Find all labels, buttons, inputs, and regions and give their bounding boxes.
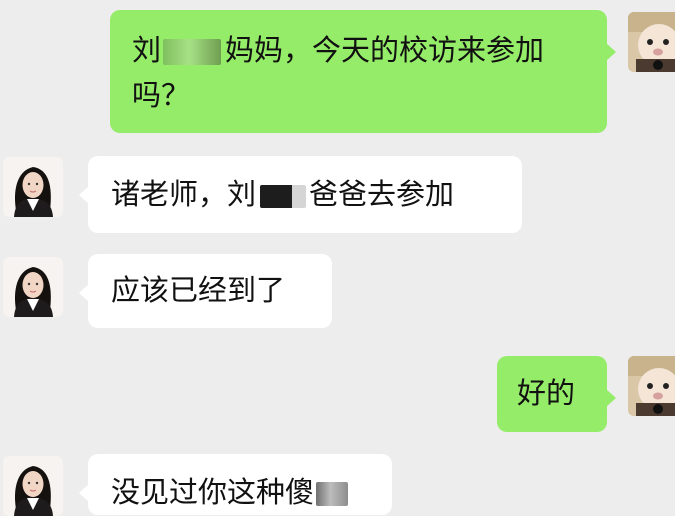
chat-window: 刘 妈妈，今天的校访来参加 吗？ 诸老师，刘 爸爸去参加 应该已经到了 好的 没见… bbox=[0, 0, 675, 516]
self-avatar[interactable] bbox=[628, 12, 675, 72]
teacher-avatar[interactable] bbox=[3, 157, 63, 217]
message-bubble[interactable]: 应该已经到了 bbox=[79, 254, 332, 328]
teacher-avatar[interactable] bbox=[3, 456, 63, 516]
message-text-part: 应该已经到了 bbox=[111, 273, 286, 307]
message-text: 应该已经到了 bbox=[111, 268, 309, 313]
message-text-part: 好的 bbox=[517, 376, 576, 410]
message-row-teacher: 诸老师，刘 爸爸去参加 bbox=[0, 145, 675, 245]
self-avatar[interactable] bbox=[628, 356, 675, 416]
redaction-mask bbox=[316, 482, 349, 506]
message-bubble[interactable]: 没见过你这种傻 bbox=[79, 454, 392, 515]
message-bubble[interactable]: 好的 bbox=[497, 356, 616, 432]
redaction-mask bbox=[260, 184, 307, 208]
message-text-part: 没见过你这种傻 bbox=[111, 475, 315, 509]
message-row-teacher: 没见过你这种傻 bbox=[0, 446, 675, 516]
redaction-mask bbox=[163, 39, 222, 65]
message-text-part: 诸老师，刘 bbox=[111, 177, 257, 211]
message-text: 没见过你这种傻 bbox=[111, 470, 369, 515]
message-row-self: 刘 妈妈，今天的校访来参加 吗？ bbox=[0, 0, 675, 140]
message-text-part: 吗？ bbox=[132, 78, 191, 112]
woman-avatar-icon bbox=[3, 157, 63, 217]
message-text: 刘 妈妈，今天的校访来参加 吗？ bbox=[132, 28, 585, 118]
message-text-part: 刘 bbox=[132, 33, 162, 67]
message-text: 诸老师，刘 爸爸去参加 bbox=[111, 172, 499, 217]
woman-avatar-icon bbox=[3, 257, 63, 317]
pet-avatar-icon bbox=[628, 356, 675, 416]
message-text: 好的 bbox=[517, 371, 587, 416]
message-text-part: 妈妈，今天的校访来参加 bbox=[225, 33, 545, 67]
woman-avatar-icon bbox=[3, 456, 63, 516]
message-row-teacher: 应该已经到了 bbox=[0, 243, 675, 339]
message-text-part: 爸爸去参加 bbox=[309, 177, 455, 211]
teacher-avatar[interactable] bbox=[3, 257, 63, 317]
message-bubble[interactable]: 刘 妈妈，今天的校访来参加 吗？ bbox=[110, 10, 616, 133]
message-bubble[interactable]: 诸老师，刘 爸爸去参加 bbox=[79, 156, 522, 233]
message-row-self: 好的 bbox=[0, 346, 675, 434]
pet-avatar-icon bbox=[628, 12, 675, 72]
